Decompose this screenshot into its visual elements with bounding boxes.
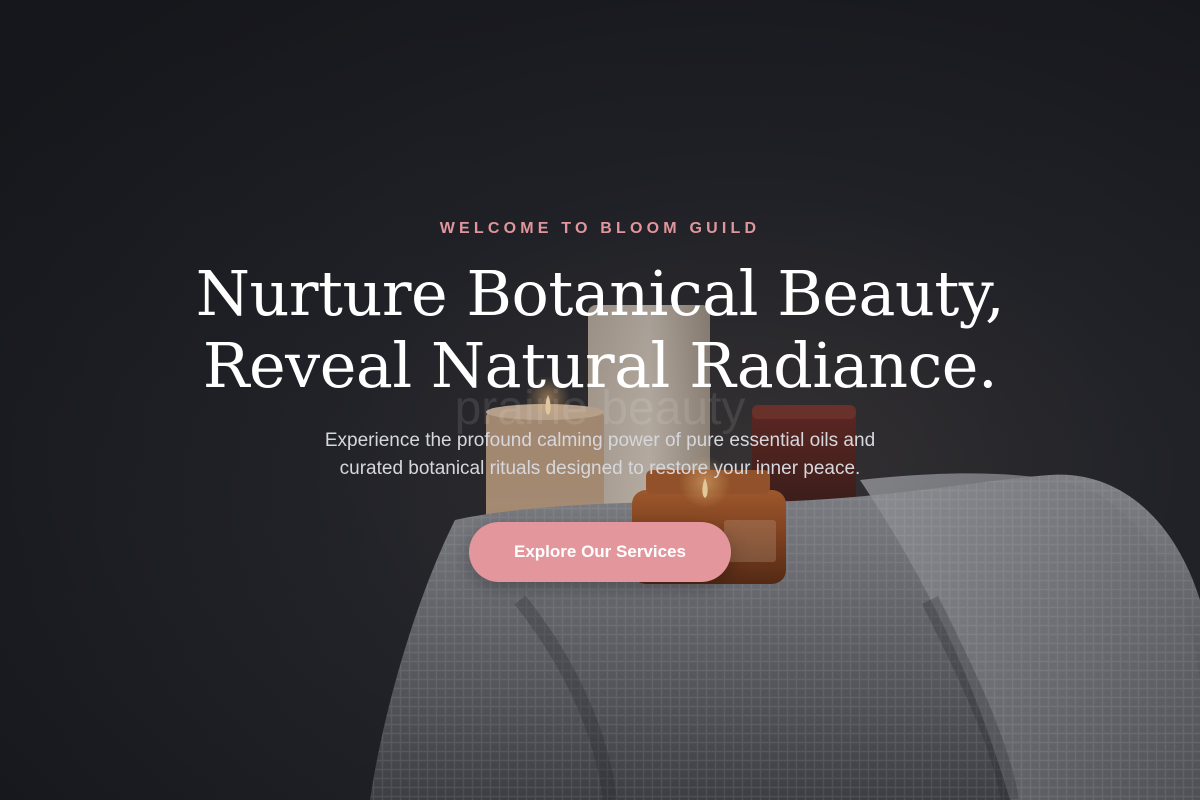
hero-section: WELCOME TO BLOOM GUILD Nurture Botanical… <box>0 0 1200 800</box>
explore-services-button[interactable]: Explore Our Services <box>469 522 731 582</box>
hero-headline-line-1: Nurture Botanical Beauty, <box>195 257 1005 330</box>
hero-subtitle-line-2: curated botanical rituals designed to re… <box>339 458 861 479</box>
hero-subtitle-line-1: Experience the profound calming power of… <box>324 430 876 451</box>
hero-content: WELCOME TO BLOOM GUILD Nurture Botanical… <box>0 0 1200 800</box>
hero-subtitle: Experience the profound calming power of… <box>0 427 1200 483</box>
hero-eyebrow: WELCOME TO BLOOM GUILD <box>439 220 761 237</box>
